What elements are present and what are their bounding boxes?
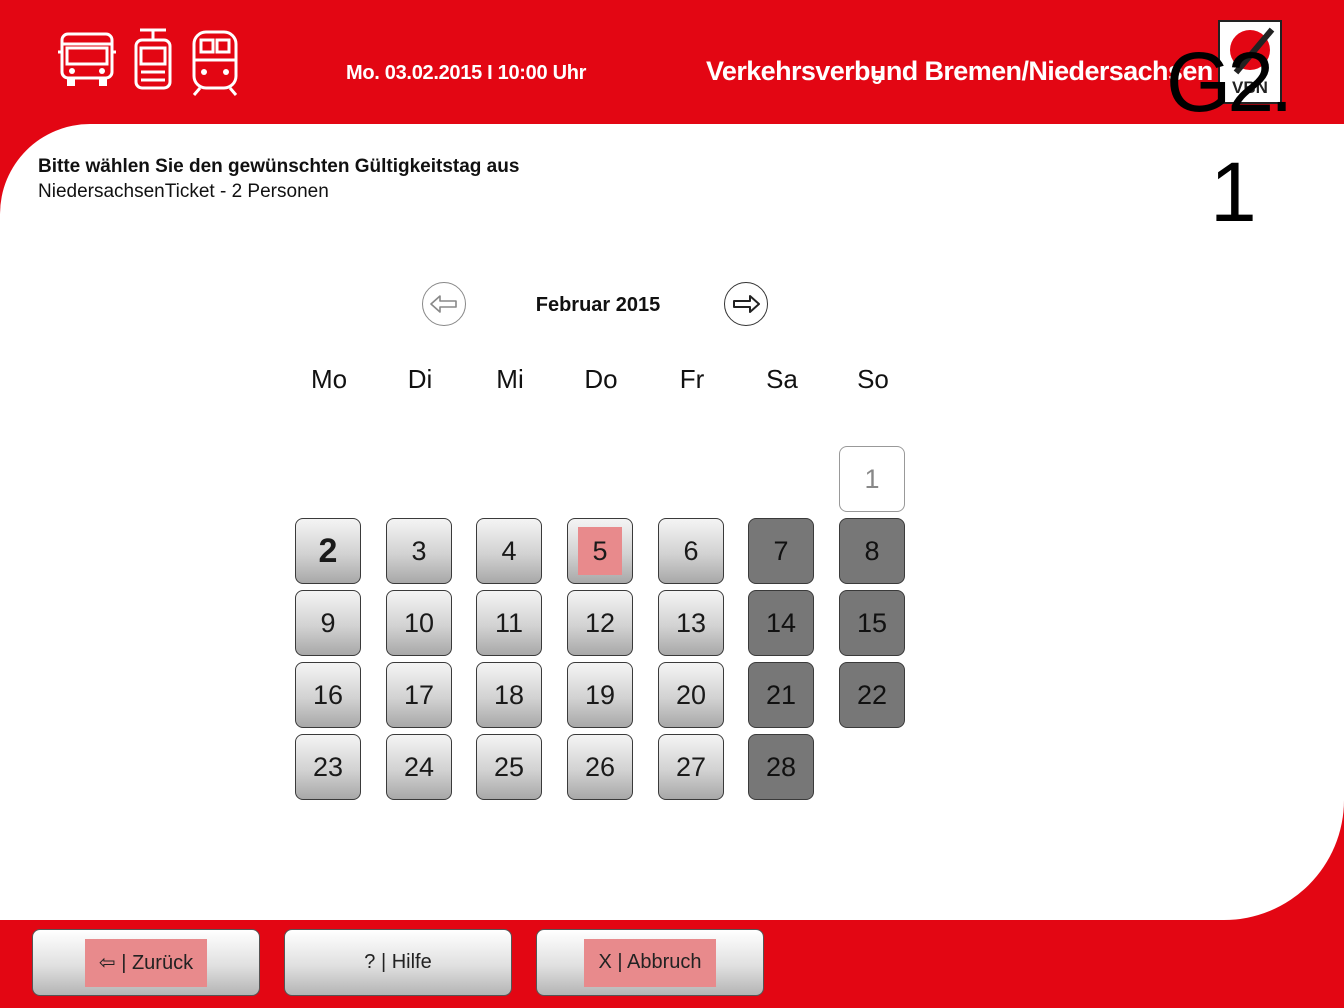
header-datetime: Mo. 03.02.2015 I 10:00 Uhr bbox=[346, 62, 587, 84]
cancel-button-label: X | Abbruch bbox=[584, 938, 716, 987]
day-button[interactable]: 9 bbox=[295, 590, 361, 656]
day-button[interactable]: 2 bbox=[295, 518, 361, 584]
prompt-subtitle: NiedersachsenTicket - 2 Personen bbox=[38, 181, 329, 202]
day-button[interactable]: 5 bbox=[567, 518, 633, 584]
day-label: 5 bbox=[578, 527, 622, 575]
day-button[interactable]: 13 bbox=[658, 590, 724, 656]
day-button[interactable]: 12 bbox=[567, 590, 633, 656]
overlay-number: 1 bbox=[1210, 145, 1257, 239]
back-button[interactable]: ⇦ | Zurück bbox=[32, 929, 260, 996]
header-mini-overlay: 5 bbox=[872, 68, 883, 88]
day-button: 1 bbox=[839, 446, 905, 512]
arrow-left-icon bbox=[430, 295, 457, 313]
day-button[interactable]: 8 bbox=[839, 518, 905, 584]
header-brand: Verkehrsverbund Bremen/Niedersachsen bbox=[706, 56, 1213, 86]
weekday-label: Sa bbox=[766, 364, 798, 394]
day-button[interactable]: 27 bbox=[658, 734, 724, 800]
overlay-code: G2. bbox=[1166, 35, 1293, 129]
day-button[interactable]: 17 bbox=[386, 662, 452, 728]
weekday-label: Fr bbox=[679, 364, 705, 394]
back-button-label: ⇦ | Zurück bbox=[84, 938, 208, 987]
day-button[interactable]: 23 bbox=[295, 734, 361, 800]
tram-icon bbox=[134, 28, 172, 90]
month-label: Februar 2015 bbox=[535, 294, 661, 316]
train-icon bbox=[192, 30, 238, 96]
day-button[interactable]: 18 bbox=[476, 662, 542, 728]
day-button[interactable]: 11 bbox=[476, 590, 542, 656]
weekday-label: Di bbox=[407, 364, 433, 394]
day-button[interactable]: 6 bbox=[658, 518, 724, 584]
next-month-button[interactable] bbox=[724, 282, 768, 326]
help-button-label: ? | Hilfe bbox=[364, 951, 432, 973]
day-button[interactable]: 28 bbox=[748, 734, 814, 800]
day-button[interactable]: 20 bbox=[658, 662, 724, 728]
day-button[interactable]: 19 bbox=[567, 662, 633, 728]
day-button[interactable]: 22 bbox=[839, 662, 905, 728]
prev-month-button[interactable] bbox=[422, 282, 466, 326]
vehicle-icons bbox=[58, 28, 240, 96]
cancel-button[interactable]: X | Abbruch bbox=[536, 929, 764, 996]
day-button[interactable]: 25 bbox=[476, 734, 542, 800]
weekday-label: So bbox=[857, 364, 889, 394]
day-button[interactable]: 26 bbox=[567, 734, 633, 800]
day-button[interactable]: 15 bbox=[839, 590, 905, 656]
prompt-title: Bitte wählen Sie den gewünschten Gültigk… bbox=[38, 156, 520, 177]
arrow-right-icon bbox=[733, 295, 760, 313]
help-button[interactable]: ? | Hilfe bbox=[284, 929, 512, 996]
day-button[interactable]: 16 bbox=[295, 662, 361, 728]
day-button[interactable]: 21 bbox=[748, 662, 814, 728]
weekday-label: Mo bbox=[310, 364, 348, 394]
weekday-label: Mi bbox=[496, 364, 524, 394]
weekday-label: Do bbox=[584, 364, 618, 394]
day-button[interactable]: 7 bbox=[748, 518, 814, 584]
day-button[interactable]: 3 bbox=[386, 518, 452, 584]
day-button[interactable]: 10 bbox=[386, 590, 452, 656]
day-button[interactable]: 14 bbox=[748, 590, 814, 656]
day-button[interactable]: 4 bbox=[476, 518, 542, 584]
day-button[interactable]: 24 bbox=[386, 734, 452, 800]
header-bar: Mo. 03.02.2015 I 10:00 Uhr Verkehrsverbu… bbox=[0, 0, 1344, 130]
bus-icon bbox=[58, 32, 116, 86]
